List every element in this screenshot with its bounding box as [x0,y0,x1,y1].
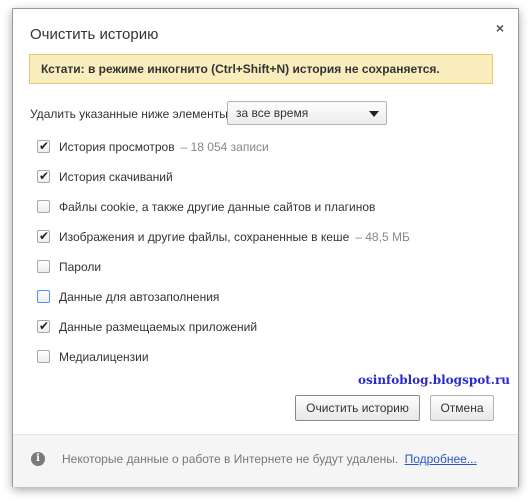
checkbox-browsing-history[interactable]: ✔ [37,139,50,153]
option-label: Изображения и другие файлы, сохраненные … [59,230,350,244]
option-extra: – 48,5 МБ [355,230,410,244]
option-label: Данные размещаемых приложений [59,320,258,334]
learn-more-link[interactable]: Подробнее... [405,452,477,466]
checkmark-icon: ✔ [39,139,50,153]
checkbox-autofill[interactable] [37,290,50,303]
time-range-select[interactable]: за все время [227,101,387,125]
dialog-title: Очистить историю [30,26,159,43]
dialog-footer: i Некоторые данные о работе в Интернете … [13,434,518,487]
blog-watermark: osinfoblog.blogspot.ru [358,373,510,387]
chevron-down-icon [369,111,379,117]
checkbox-download-history[interactable]: ✔ [37,169,50,183]
option-label: Пароли [59,260,102,274]
close-icon[interactable]: × [496,20,504,36]
checkmark-icon: ✔ [39,319,50,333]
option-label: Файлы cookie, а также другие данные сайт… [59,200,376,214]
clear-history-button[interactable]: Очистить историю [295,395,420,421]
checkbox-passwords[interactable] [37,260,50,273]
checkbox-media-licenses[interactable] [37,350,50,363]
option-label: История скачиваний [59,170,173,184]
cancel-button[interactable]: Отмена [430,395,494,421]
checkmark-icon: ✔ [39,169,50,183]
checkbox-hosted-app-data[interactable]: ✔ [37,319,50,333]
time-range-label: Удалить указанные ниже элементы [30,107,228,121]
info-icon: i [31,452,45,466]
checkbox-cache[interactable]: ✔ [37,229,50,243]
option-label: Медиалицензии [59,350,149,364]
clear-history-dialog: Очистить историю × Кстати: в режиме инко… [12,8,519,487]
option-extra: – 18 054 записи [180,140,269,154]
option-label: Данные для автозаполнения [59,290,220,304]
checkbox-cookies[interactable] [37,200,50,213]
time-range-value: за все время [236,106,309,120]
option-label: История просмотров [59,140,175,154]
footer-text: Некоторые данные о работе в Интернете не… [62,452,399,466]
checkmark-icon: ✔ [39,229,50,243]
incognito-notice: Кстати: в режиме инкогнито (Ctrl+Shift+N… [29,54,493,84]
